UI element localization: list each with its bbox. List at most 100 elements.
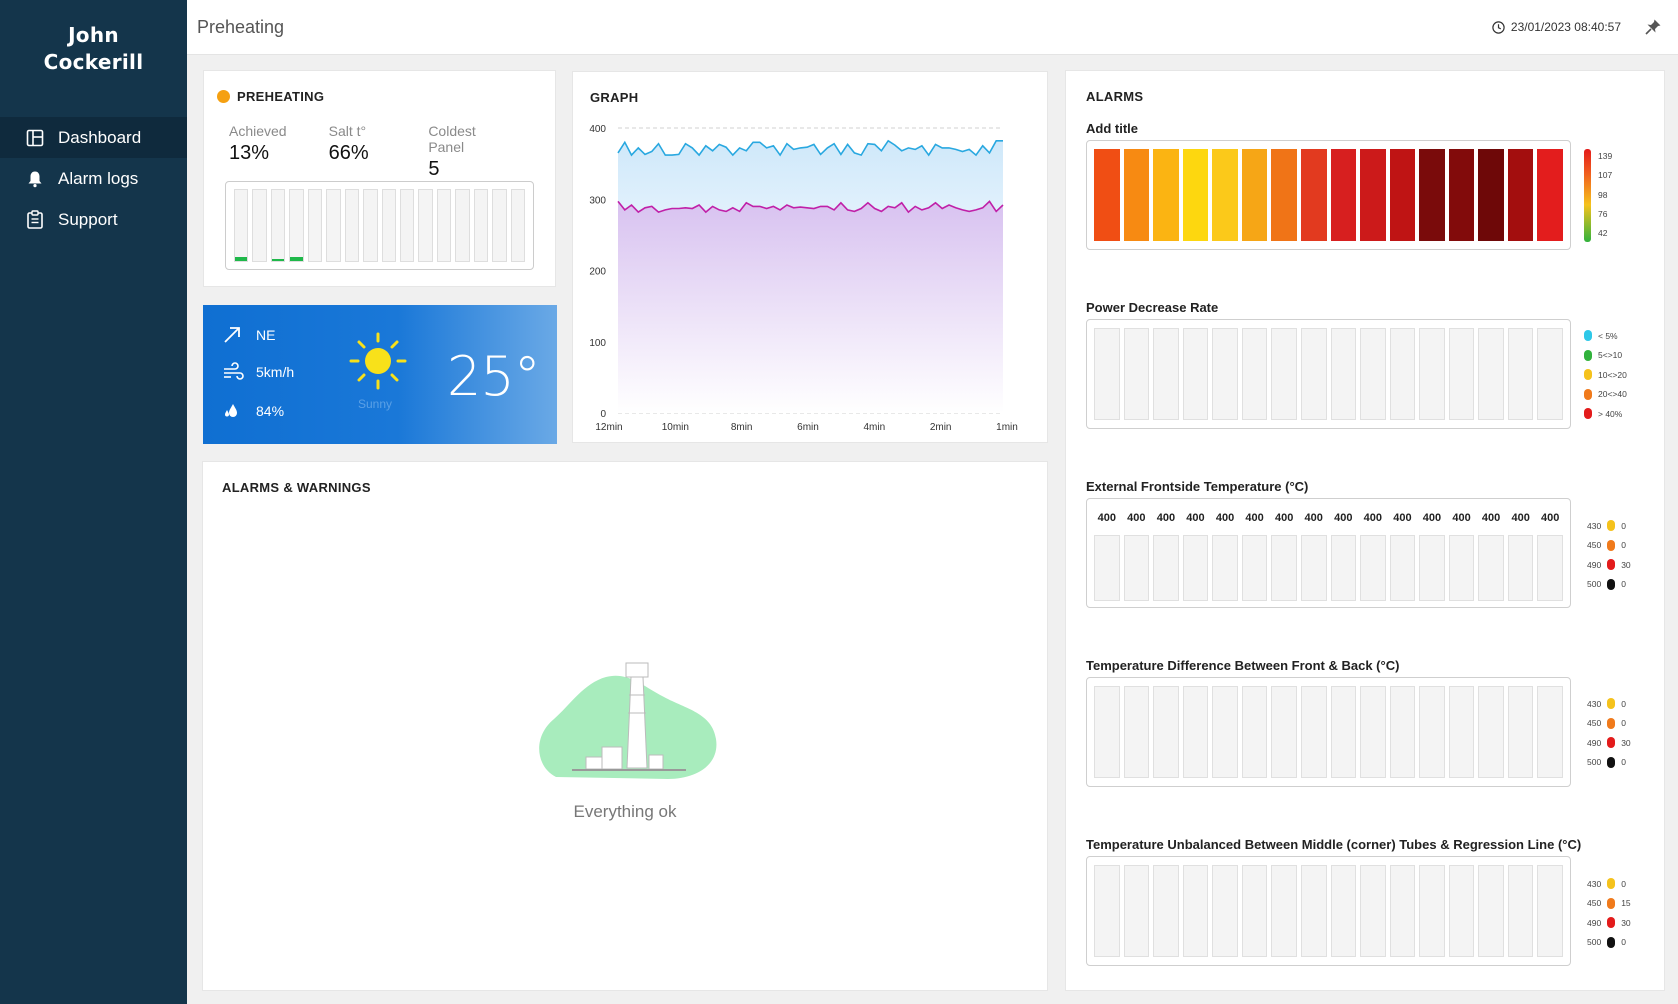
sidebar-item-dashboard[interactable]: Dashboard: [0, 117, 187, 158]
sidebar-item-alarm-logs[interactable]: Alarm logs: [0, 158, 187, 199]
bar-cell: [1123, 535, 1150, 601]
area-series-2: [618, 201, 1003, 413]
heatmap-cell: [1123, 149, 1150, 241]
legend-count: 30: [1621, 737, 1631, 748]
clock-icon: [1492, 20, 1505, 34]
bar-cell: [1419, 535, 1445, 601]
legend-item: 450 15: [1587, 894, 1631, 914]
stat-label: Achieved: [229, 123, 287, 139]
power-decrease-title: Power Decrease Rate: [1086, 300, 1219, 315]
bar-cell: [1419, 865, 1445, 957]
legend-count: 0: [1621, 520, 1626, 531]
legend-item: 430 0: [1587, 516, 1631, 536]
bar-cell: [1389, 865, 1416, 957]
bar-cell: [1182, 865, 1209, 957]
x-tick-label: 6min: [797, 422, 819, 433]
legend-item: 5<>10: [1578, 346, 1627, 366]
external-temp-value: 400: [1541, 512, 1560, 524]
bar-cell: [1419, 328, 1445, 420]
heatmap-cell: [1271, 149, 1297, 241]
brand-logo[interactable]: John Cockerill: [0, 22, 187, 76]
legend-threshold: 490: [1587, 559, 1602, 570]
panel-bar: [326, 189, 341, 262]
bar-cell: [1478, 865, 1504, 957]
sidebar-item-label: Support: [58, 209, 118, 229]
panel-bar: [363, 189, 378, 262]
bar-cell: [1389, 328, 1416, 420]
scale-label: 139: [1598, 151, 1613, 161]
heatmap-cell: [1241, 149, 1268, 241]
panel-bar: [399, 189, 415, 262]
legend-dot: [1607, 559, 1616, 571]
legend-item: 490 30: [1587, 555, 1631, 575]
legend-item: < 5%: [1578, 326, 1627, 346]
bar-cell: [1330, 686, 1357, 778]
weather-widget: NE 5km/h 84% Sunny 25°: [203, 305, 557, 444]
panel-bar: [307, 189, 323, 262]
bar-cell: [1182, 535, 1209, 601]
bar-cell: [1507, 328, 1534, 420]
legend-item: 430 0: [1587, 694, 1631, 714]
bar-cell: [1478, 686, 1504, 778]
legend-item: 490 30: [1587, 733, 1631, 753]
panel-bar-fill: [290, 257, 303, 261]
temp-unbalanced-bars: [1086, 856, 1571, 966]
stat-achieved: Achieved 13%: [229, 123, 289, 181]
heatmap-cell: [1448, 149, 1475, 241]
alarms-warnings-title: ALARMS & WARNINGS: [222, 480, 371, 495]
bar-cell: [1448, 535, 1475, 601]
legend-item: 500 0: [1587, 933, 1631, 953]
pin-icon[interactable]: [1644, 18, 1662, 41]
legend-threshold: 500: [1587, 937, 1602, 948]
bar-cell: [1271, 686, 1297, 778]
bar-cell: [1094, 865, 1120, 957]
heatmap-cell: [1537, 149, 1563, 241]
legend-threshold: 500: [1587, 579, 1602, 590]
legend-threshold: 500: [1587, 757, 1602, 768]
panel-bar: [270, 189, 286, 262]
legend-dot: [1584, 408, 1592, 420]
dashboard-icon: [26, 129, 44, 146]
power-decrease-legend: < 5% 5<>10 10<>20 20<>40 > 40%: [1578, 326, 1627, 424]
bar-cell: [1153, 535, 1179, 601]
scale-label: 42: [1598, 228, 1608, 239]
bar-cell: [1123, 328, 1150, 420]
legend-count: 0: [1621, 757, 1626, 768]
bar-cell: [1330, 865, 1357, 957]
legend-label: < 5%: [1598, 330, 1618, 341]
bar-cell: [1448, 686, 1475, 778]
bar-cell: [1478, 535, 1504, 601]
bar-cell: [1507, 686, 1534, 778]
legend-item: 450 0: [1587, 714, 1631, 734]
external-temp-value: 400: [1363, 512, 1383, 524]
panel-bar: [510, 189, 525, 262]
heatmap-cell: [1212, 149, 1238, 241]
clipboard-icon: [27, 210, 43, 229]
legend-dot: [1607, 897, 1616, 909]
bar-cell: [1360, 328, 1386, 420]
area-series-1: [618, 140, 1003, 213]
bar-cell: [1389, 535, 1416, 601]
bar-cell: [1241, 328, 1268, 420]
heatmap-cell: [1389, 149, 1416, 241]
stat-coldest-panel: Coldest Panel 5: [428, 123, 515, 181]
bar-cell: [1123, 865, 1150, 957]
external-temp-value: 400: [1127, 512, 1146, 524]
external-temp-values: 400 400 400 400 400 400 400 400 400 400 400 400 400 4…: [1094, 507, 1563, 529]
x-tick-label: 8min: [731, 422, 753, 433]
y-tick-label: 300: [589, 195, 606, 206]
wind-speed: 5km/h: [222, 362, 294, 382]
alarms-warnings-card: ALARMS & WARNINGS Everything ok: [202, 461, 1048, 991]
heatmap-cell: [1094, 149, 1120, 241]
preheating-card: PREHEATING Achieved 13% Salt t° 66% Cold…: [203, 70, 556, 287]
sidebar: John Cockerill Dashboard Alarm logs Supp…: [0, 0, 187, 1004]
legend-dot: [1607, 578, 1616, 590]
sidebar-item-support[interactable]: Support: [0, 199, 187, 240]
external-temp-title: External Frontside Temperature (°C): [1086, 479, 1309, 494]
bar-cell: [1360, 865, 1386, 957]
legend-dot: [1607, 756, 1616, 768]
bar-cell: [1182, 328, 1209, 420]
legend-count: 0: [1621, 937, 1626, 948]
heatmap: [1086, 140, 1571, 250]
legend-item: 10<>20: [1578, 365, 1627, 385]
